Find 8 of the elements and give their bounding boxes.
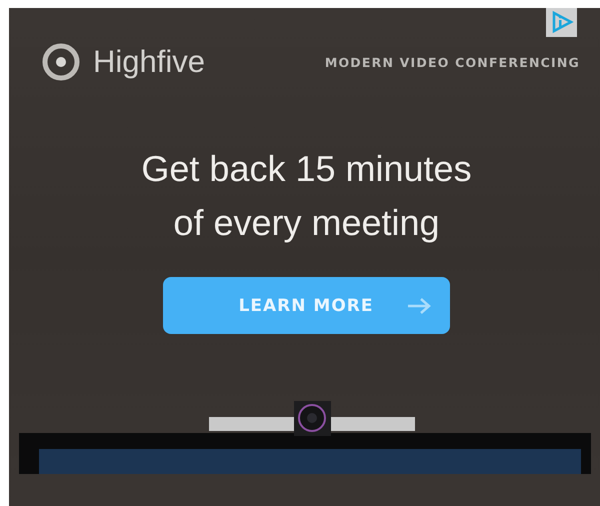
headline-line: of every meeting	[172, 201, 441, 245]
arrow-icon	[406, 296, 432, 314]
headline-line: Get back 15 minutes	[141, 147, 472, 191]
learn-more-button[interactable]: LEARN MORE	[162, 277, 450, 334]
tagline: MODERN VIDEO CONFERENCING	[324, 54, 580, 70]
brand-name: Highfive	[93, 44, 205, 80]
ad-info-icon[interactable]	[546, 8, 577, 37]
ring-icon	[41, 42, 81, 82]
